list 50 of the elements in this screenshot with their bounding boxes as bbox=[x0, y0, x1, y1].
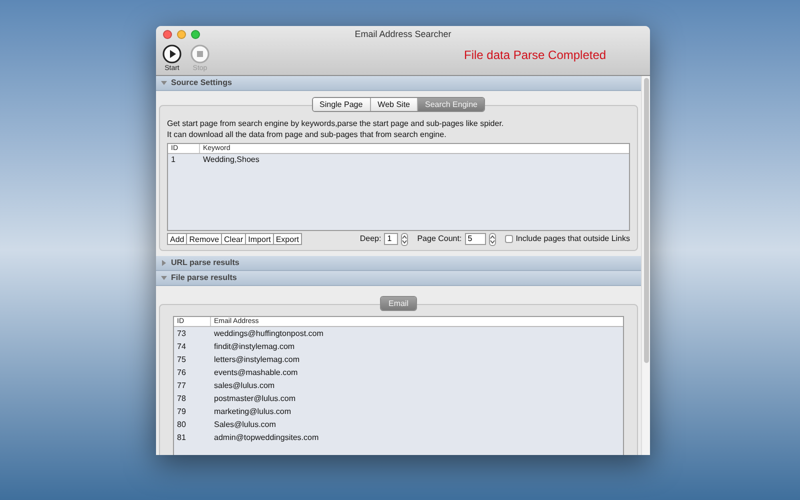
field-label: Deep: bbox=[360, 233, 382, 245]
table-cell-text: events@mashable.com bbox=[213, 367, 299, 379]
status-message: File data Parse Completed bbox=[464, 47, 606, 64]
description-text: It can download all the data from page and sub-pages that from search engine. bbox=[167, 129, 448, 140]
number-field[interactable]: 5 bbox=[464, 233, 486, 245]
table-cell-text: 73 bbox=[176, 328, 187, 340]
play-icon bbox=[162, 44, 182, 64]
close-icon[interactable] bbox=[163, 30, 172, 39]
section-header[interactable]: URL parse results bbox=[156, 256, 641, 271]
stepper-icon[interactable] bbox=[488, 232, 496, 246]
action-button[interactable]: Add bbox=[167, 233, 188, 245]
table-cell-text: marketing@lulus.com bbox=[213, 406, 292, 418]
table-cell-text: 81 bbox=[176, 432, 187, 444]
window-title: Email Address Searcher bbox=[354, 28, 452, 41]
table-cell-text: findit@instylemag.com bbox=[213, 341, 296, 353]
checkbox[interactable] bbox=[504, 235, 513, 243]
table-cell-text: weddings@huffingtonpost.com bbox=[213, 328, 324, 340]
minimize-icon[interactable] bbox=[177, 30, 186, 39]
field-label: Page Count: bbox=[417, 233, 462, 245]
table-cell-text: 78 bbox=[176, 393, 187, 405]
checkbox-label: Include pages that outside Links bbox=[516, 233, 630, 245]
expanded-triangle-icon bbox=[161, 80, 167, 86]
table-cell-text: sales@lulus.com bbox=[213, 380, 276, 392]
table-cell-text: 77 bbox=[176, 380, 187, 392]
table-cell-text: 1 bbox=[170, 154, 176, 166]
table-cell-text: Wedding,Shoes bbox=[202, 154, 260, 166]
action-button[interactable]: Export bbox=[272, 233, 302, 245]
zoom-icon[interactable] bbox=[191, 30, 200, 39]
table-cell-text: 80 bbox=[176, 419, 187, 431]
table-cell-text: postmaster@lulus.com bbox=[213, 393, 296, 405]
table-cell-text: 74 bbox=[176, 341, 187, 353]
table-cell-text: 76 bbox=[176, 367, 187, 379]
stepper-icon[interactable] bbox=[401, 232, 408, 246]
number-field[interactable]: 1 bbox=[384, 233, 398, 245]
action-button[interactable]: Import bbox=[245, 233, 274, 245]
collapsed-triangle-icon bbox=[161, 260, 167, 266]
tab[interactable]: Single Page bbox=[312, 98, 370, 111]
action-button[interactable]: Remove bbox=[186, 233, 222, 245]
table-cell-text: 79 bbox=[176, 406, 187, 418]
action-button[interactable]: Clear bbox=[221, 233, 246, 245]
table-cell-text: letters@instylemag.com bbox=[213, 354, 300, 366]
table-cell-text: 75 bbox=[176, 354, 187, 366]
stop-icon bbox=[190, 44, 210, 64]
table-cell-text: Sales@lulus.com bbox=[213, 419, 277, 431]
table-cell-text: admin@topweddingsites.com bbox=[213, 432, 320, 444]
section-header[interactable]: File parse results bbox=[156, 271, 641, 286]
tab[interactable]: Web Site bbox=[370, 98, 417, 111]
section-header[interactable]: Source Settings bbox=[156, 76, 641, 91]
description-text: Get start page from search engine by keywords,parse the start page and sub-pages like spider. bbox=[167, 118, 505, 129]
expanded-triangle-icon bbox=[161, 275, 167, 281]
